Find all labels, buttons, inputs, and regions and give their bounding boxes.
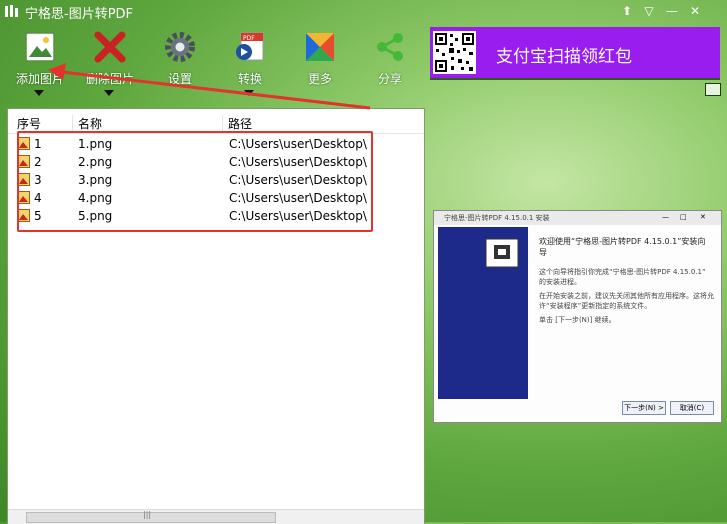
pdf-convert-icon: PDF: [236, 32, 264, 61]
preview-cancel-button: 取消(C): [670, 401, 714, 415]
preview-text-line: 这个向导将指引你完成“宁格思-图片转PDF 4.15.0.1”: [539, 268, 706, 276]
preview-heading: 欢迎使用“宁格思-图片转PDF 4.15.0.1”安装向导: [539, 237, 706, 257]
scrollbar-grip: |||: [143, 510, 152, 519]
settings-label: 设置: [167, 72, 192, 86]
preview-titlebar: 宁格思-图片转PDF 4.15.0.1 安装 — □ ✕: [434, 211, 721, 225]
preview-minimize-icon: —: [662, 213, 669, 221]
scrollbar-thumb[interactable]: |||: [26, 510, 276, 523]
add-image-dropdown-arrow[interactable]: [34, 90, 44, 96]
share-button[interactable]: 分享: [360, 28, 420, 100]
settings-button[interactable]: 设置: [150, 28, 210, 100]
preview-side-banner: [438, 227, 528, 399]
convert-button[interactable]: PDF 转换: [220, 28, 280, 100]
qr-code-icon: [433, 31, 476, 74]
delete-x-icon: [94, 31, 126, 63]
svg-text:PDF: PDF: [243, 35, 255, 42]
panel-toggle-icon[interactable]: [705, 83, 721, 96]
minimize-button[interactable]: —: [663, 3, 681, 19]
close-button[interactable]: ✕: [686, 3, 704, 19]
convert-dropdown-arrow[interactable]: [244, 90, 254, 96]
preview-text-line: 单击 [下一步(N)] 继续。: [539, 316, 616, 324]
delete-image-dropdown-arrow[interactable]: [104, 90, 114, 96]
convert-label: 转换: [237, 72, 262, 86]
column-header-index[interactable]: 序号: [12, 115, 67, 131]
preview-text-line: 在开始安装之前，建议先关闭其他所有应用程序。这将允: [539, 292, 714, 300]
share-label: 分享: [377, 72, 402, 86]
app-logo-icon: [5, 5, 18, 17]
column-header-name[interactable]: 名称: [72, 115, 218, 131]
add-image-label: 添加图片: [15, 72, 64, 86]
ad-text: 支付宝扫描领红包: [496, 47, 632, 67]
installer-preview: 宁格思-图片转PDF 4.15.0.1 安装 — □ ✕ 欢迎使用“宁格思-图片…: [433, 210, 722, 423]
window-title: 宁格思-图片转PDF: [25, 7, 134, 22]
preview-text-line: 许“安装程序”更新指定的系统文件。: [539, 302, 652, 310]
share-icon: [377, 33, 403, 61]
alipay-ad-banner[interactable]: 支付宝扫描领红包: [430, 27, 720, 78]
preview-maximize-icon: □: [680, 213, 687, 221]
preview-next-button: 下一步(N) >: [622, 401, 666, 415]
delete-image-label: 删除图片: [85, 72, 134, 86]
image-file-list[interactable]: 序号 名称 路径 1 1.png C:\Users\user\Desktop\ …: [7, 108, 425, 524]
ad-divider: [430, 78, 720, 80]
menu-dropdown-icon[interactable]: ▽: [640, 3, 658, 19]
more-label: 更多: [307, 72, 332, 86]
column-header-path[interactable]: 路径: [222, 115, 418, 131]
preview-title: 宁格思-图片转PDF 4.15.0.1 安装: [444, 214, 550, 222]
add-image-button[interactable]: 添加图片: [10, 28, 70, 100]
more-button[interactable]: 更多: [290, 28, 350, 100]
selection-highlight-box: [17, 131, 373, 232]
skin-icon[interactable]: ⬆: [618, 3, 636, 19]
add-image-icon: [25, 32, 55, 62]
gear-icon: [165, 32, 195, 62]
preview-text-line: 的安装进程。: [539, 278, 581, 286]
preview-close-icon: ✕: [700, 213, 706, 221]
title-bar: 宁格思-图片转PDF ⬆ ▽ — ✕: [0, 0, 727, 24]
installer-box-icon: [485, 238, 519, 268]
more-apps-icon: [306, 33, 334, 61]
delete-image-button[interactable]: 删除图片: [80, 28, 140, 100]
toolbar: 添加图片 删除图片 设置 PDF 转换 更多 分享: [0, 24, 420, 102]
